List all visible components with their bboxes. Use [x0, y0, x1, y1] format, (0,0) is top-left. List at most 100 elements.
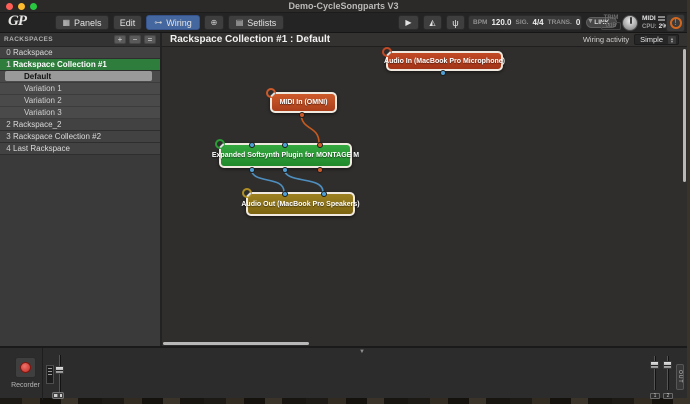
- rackspace-label: Rackspace Collection #1: [13, 60, 107, 69]
- output-fader-1-handle[interactable]: [650, 361, 659, 369]
- sig-label: SIG.: [515, 19, 528, 26]
- trim-control[interactable]: TRIM 0dB: [601, 15, 621, 30]
- input-fader-handle[interactable]: [55, 366, 64, 374]
- block-plugin[interactable]: Expanded Softsynth Plugin for MONTAGE M: [219, 143, 352, 168]
- setlists-icon: ▤: [236, 18, 244, 27]
- plugin-midi-input-port[interactable]: [317, 142, 323, 148]
- block-label: Expanded Softsynth Plugin for MONTAGE M: [212, 152, 359, 159]
- wiring-label: Wiring: [166, 18, 192, 28]
- panic-button[interactable]: !: [666, 14, 685, 32]
- setlists-label: Setlists: [247, 18, 276, 28]
- output-channel-2-label: 2: [663, 393, 673, 399]
- block-edit-badge[interactable]: [242, 188, 252, 198]
- wiring-activity-label: Wiring activity: [583, 35, 629, 44]
- bpm-label: BPM: [473, 19, 487, 26]
- plugin-audio-input-port-2[interactable]: [282, 142, 288, 148]
- wiring-canvas[interactable]: Audio In (MacBook Pro Microphone) MIDI I…: [162, 47, 687, 346]
- collapse-panel-icon[interactable]: ▼: [359, 349, 365, 355]
- midi-label: MIDI: [642, 15, 656, 22]
- cpu-label: CPU:: [642, 24, 657, 30]
- remove-rackspace-button[interactable]: −: [129, 35, 141, 44]
- pan-control[interactable]: [52, 392, 64, 399]
- rackspace-item-3[interactable]: 3 Rackspace Collection #2: [0, 131, 160, 143]
- midi-activity-icon: [658, 15, 665, 22]
- tuning-fork-icon: ψ: [452, 18, 458, 28]
- metronome-icon: ◭: [429, 18, 435, 27]
- variation-item-2[interactable]: Variation 2: [0, 95, 160, 107]
- record-icon: [20, 362, 31, 373]
- variation-item-3[interactable]: Variation 3: [0, 107, 160, 119]
- rackspace-item-0[interactable]: 0 Rackspace: [0, 47, 160, 59]
- titlebar[interactable]: Demo-CycleSongparts V3: [0, 0, 687, 13]
- variation-label: Default: [24, 72, 51, 81]
- rackspace-item-2[interactable]: 2 Rackspace_2: [0, 119, 160, 131]
- trans-value[interactable]: 0: [576, 18, 580, 27]
- vertical-scrollbar[interactable]: [683, 49, 686, 182]
- midi-cpu-indicator: MIDI CPU: 2%: [642, 15, 664, 30]
- block-edit-badge[interactable]: [382, 47, 392, 57]
- panel-divider: [42, 348, 43, 400]
- audio-in-output-port[interactable]: [440, 70, 446, 76]
- block-label: Audio Out (MacBook Pro Speakers): [241, 201, 359, 208]
- metronome-button[interactable]: ◭: [423, 15, 442, 30]
- audio-wire-1[interactable]: [251, 168, 284, 192]
- midi-in-output-port[interactable]: [299, 112, 305, 118]
- global-rackspace-button[interactable]: ⊕: [204, 15, 224, 30]
- plugin-audio-input-port-1[interactable]: [249, 142, 255, 148]
- output-fader-2-handle[interactable]: [663, 361, 672, 369]
- audio-out-input-port-2[interactable]: [321, 191, 327, 197]
- audio-out-input-port-1[interactable]: [282, 191, 288, 197]
- plugin-audio-output-port-1[interactable]: [249, 167, 255, 173]
- variation-label: Variation 1: [24, 84, 62, 93]
- block-midi-in[interactable]: MIDI In (OMNI): [270, 92, 337, 113]
- desktop-background: Demo-CycleSongparts V3 GP ▦ Panels Edit …: [0, 0, 690, 404]
- panels-button[interactable]: ▦ Panels: [55, 15, 109, 30]
- transport-dropdown-icon[interactable]: ▼: [587, 18, 594, 25]
- horizontal-scrollbar[interactable]: [163, 342, 309, 345]
- rackspace-menu-button[interactable]: =: [144, 35, 156, 44]
- block-label: MIDI In (OMNI): [280, 99, 328, 106]
- master-volume-knob[interactable]: [622, 15, 638, 31]
- block-edit-badge[interactable]: [215, 139, 225, 149]
- recorder-button[interactable]: [15, 357, 36, 378]
- rackspace-item-1-selected[interactable]: 1 Rackspace Collection #1: [0, 59, 160, 71]
- pencil-icon: [219, 143, 224, 148]
- add-rackspace-button[interactable]: +: [114, 35, 126, 44]
- toolbar: GP ▦ Panels Edit ⊶ Wiring ⊕ ▤ Setlists ▶: [0, 13, 687, 33]
- wiring-icon: ⊶: [154, 18, 162, 27]
- plugin-midi-output-port[interactable]: [317, 167, 323, 173]
- bottom-panel: ▼ Recorder 1 2 OUT: [0, 346, 687, 398]
- block-label: Audio In (MacBook Pro Microphone): [384, 58, 505, 65]
- tuner-button[interactable]: ψ: [446, 15, 465, 30]
- play-button[interactable]: ▶: [398, 15, 419, 30]
- rackspace-index: 3: [4, 132, 13, 141]
- panic-icon: !: [670, 17, 682, 29]
- block-edit-badge[interactable]: [266, 88, 276, 98]
- rackspace-item-4[interactable]: 4 Last Rackspace: [0, 143, 160, 155]
- wires-layer: [162, 47, 687, 346]
- block-audio-out[interactable]: Audio Out (MacBook Pro Speakers): [246, 192, 355, 216]
- plugin-audio-output-port-2[interactable]: [282, 167, 288, 173]
- output-channel-1-label: 1: [650, 393, 660, 399]
- trim-label: TRIM: [601, 15, 621, 21]
- rackspace-index: 2: [4, 120, 13, 129]
- rackspace-index: 1: [4, 60, 13, 69]
- transport-panel: BPM 120.0 SIG. 4/4 TRANS. 0 LINK: [468, 15, 582, 30]
- rackspaces-sidebar: RACKSPACES + − = 0 Rackspace 1 Rackspace…: [0, 33, 162, 346]
- midi-wire[interactable]: [301, 113, 319, 143]
- pencil-icon: [246, 192, 251, 197]
- variation-item-default[interactable]: Default: [0, 71, 160, 83]
- edit-button[interactable]: Edit: [113, 15, 142, 30]
- rackspace-label: Last Rackspace: [13, 144, 70, 153]
- rackspace-label: Rackspace_2: [13, 120, 61, 129]
- canvas-header: Rackspace Collection #1 : Default Wiring…: [162, 33, 687, 47]
- canvas-title: Rackspace Collection #1 : Default: [170, 34, 583, 45]
- bpm-value[interactable]: 120.0: [491, 18, 511, 27]
- variation-item-1[interactable]: Variation 1: [0, 83, 160, 95]
- sig-value[interactable]: 4/4: [533, 18, 544, 27]
- wiring-button[interactable]: ⊶ Wiring: [146, 15, 200, 30]
- wiring-activity-select[interactable]: Simple ▲▼: [634, 34, 679, 45]
- block-audio-in[interactable]: Audio In (MacBook Pro Microphone): [386, 51, 503, 71]
- setlists-button[interactable]: ▤ Setlists: [228, 15, 284, 30]
- wiring-activity-value: Simple: [640, 35, 663, 44]
